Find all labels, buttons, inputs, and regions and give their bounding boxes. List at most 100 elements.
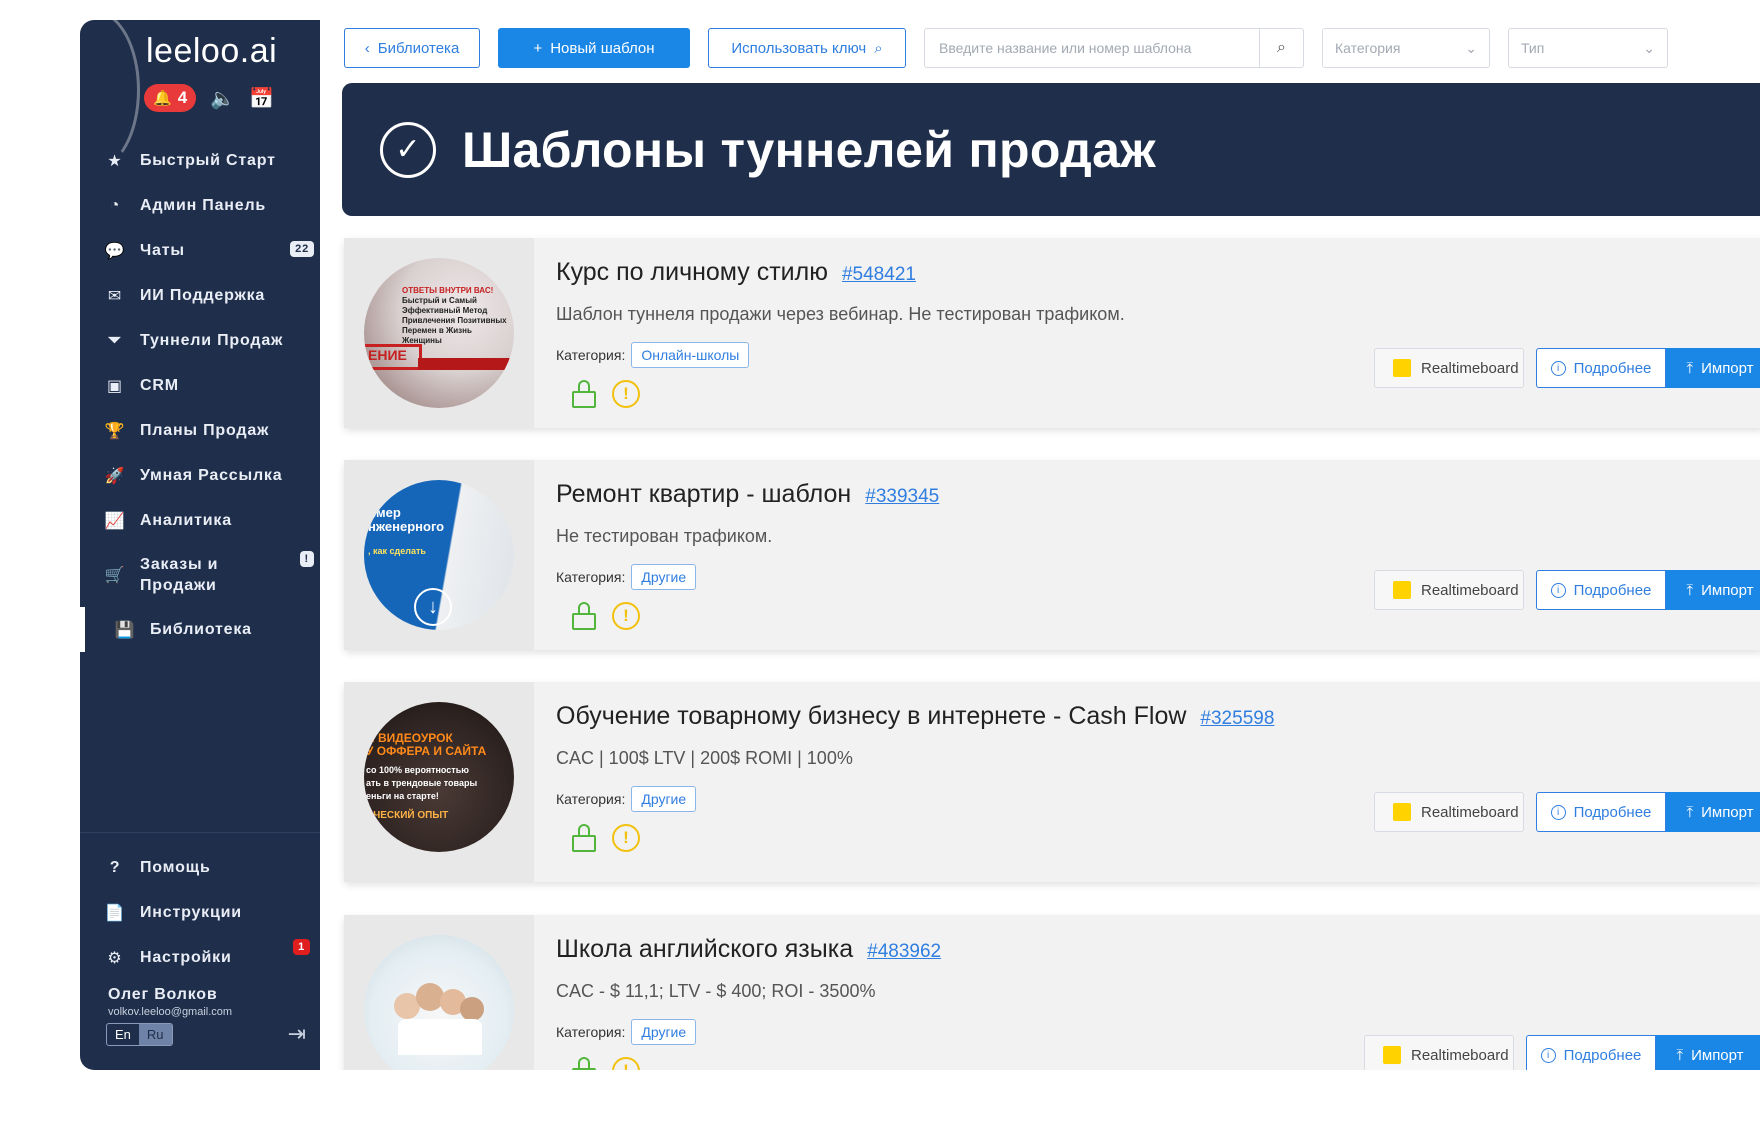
category-tag[interactable]: Другие bbox=[631, 564, 697, 590]
lang-ru[interactable]: Ru bbox=[138, 1024, 172, 1045]
chevron-down-icon: ⌄ bbox=[1465, 39, 1477, 56]
import-button[interactable]: ⤒ Импорт bbox=[1656, 1035, 1760, 1070]
logout-icon[interactable]: ⇥ bbox=[288, 1021, 306, 1047]
bell-icon: 🔔 bbox=[153, 90, 172, 107]
user-email: volkov.leeloo@gmail.com bbox=[108, 1006, 233, 1018]
thumbnail-line: ать в трендовые товары bbox=[366, 778, 478, 788]
cart-icon: 🛒 bbox=[104, 567, 126, 584]
orders-alert-badge: ! bbox=[299, 551, 314, 567]
use-key-button[interactable]: Использовать ключ ⌕ bbox=[708, 28, 906, 68]
category-select[interactable]: Категория ⌄ bbox=[1322, 28, 1490, 68]
sidebar-item-ai-support[interactable]: ✉ ИИ Поддержка bbox=[80, 273, 320, 318]
sidebar-item-crm[interactable]: ▣ CRM bbox=[80, 363, 320, 408]
template-name: Обучение товарному бизнесу в интернете -… bbox=[556, 702, 1187, 730]
import-label: Импорт bbox=[1691, 1046, 1744, 1064]
details-button[interactable]: i Подробнее bbox=[1536, 792, 1666, 832]
notifications-button[interactable]: 🔔 4 bbox=[144, 84, 197, 112]
key-search-icon: ⌕ bbox=[874, 39, 883, 57]
template-code-link[interactable]: #325598 bbox=[1200, 708, 1274, 729]
template-category: Категория: Другие bbox=[556, 1019, 697, 1045]
template-thumbnail-area: ОТВЕТЫ ВНУТРИ ВАС! Быстрый и Самый Эффек… bbox=[344, 238, 534, 428]
details-label: Подробнее bbox=[1573, 581, 1652, 599]
sidebar: leeloo.ai 🔔 4 🔈 📅 ★ Быстрый Старт ◔ Адми… bbox=[80, 20, 320, 1070]
user-profile[interactable]: Олег Волков volkov.leeloo@gmail.com bbox=[80, 986, 320, 1018]
page-banner: ✓ Шаблоны туннелей продаж bbox=[342, 83, 1760, 216]
sidebar-item-instructions[interactable]: 📄 Инструкции bbox=[80, 890, 320, 935]
search-input[interactable]: Введите название или номер шаблона bbox=[925, 40, 1259, 56]
logo-area: leeloo.ai 🔔 4 🔈 📅 bbox=[80, 20, 320, 170]
template-code-link[interactable]: #548421 bbox=[842, 264, 916, 285]
search-icon[interactable]: ⌕ bbox=[1259, 29, 1303, 67]
sidebar-item-library[interactable]: 💾 Библиотека bbox=[80, 607, 320, 652]
template-card: имер нженерного , как сделать ↓ Ремонт к… bbox=[344, 460, 1760, 650]
category-label: Категория: bbox=[556, 569, 626, 585]
import-button[interactable]: ⤒ Импорт bbox=[1666, 348, 1760, 388]
sidebar-item-help[interactable]: ? Помощь bbox=[80, 845, 320, 890]
check-circle-icon: ✓ bbox=[380, 121, 436, 178]
thumbnail-line: со 100% вероятностью bbox=[366, 765, 469, 775]
sidebar-item-chats[interactable]: 💬 Чаты 22 bbox=[80, 228, 320, 273]
import-button[interactable]: ⤒ Импорт bbox=[1666, 792, 1760, 832]
mail-icon: ✉ bbox=[107, 287, 123, 305]
quick-tools: 🔔 4 🔈 📅 bbox=[144, 84, 274, 112]
realtimeboard-button[interactable]: Realtimeboard bbox=[1374, 348, 1524, 388]
template-code-link[interactable]: #483962 bbox=[867, 941, 941, 962]
sidebar-item-label: ИИ Поддержка bbox=[140, 286, 266, 304]
sidebar-item-label: Настройки bbox=[140, 948, 232, 966]
template-description: CAC | 100$ LTV | 200$ ROMI | 100% bbox=[556, 748, 853, 768]
category-label: Категория: bbox=[556, 1024, 626, 1040]
info-icon: i bbox=[1550, 360, 1566, 376]
realtimeboard-button[interactable]: Realtimeboard bbox=[1364, 1035, 1514, 1070]
realtimeboard-button[interactable]: Realtimeboard bbox=[1374, 792, 1524, 832]
warning-icon: ! bbox=[612, 380, 640, 408]
realtimeboard-button[interactable]: Realtimeboard bbox=[1374, 570, 1524, 610]
app-logo[interactable]: leeloo.ai bbox=[146, 32, 277, 71]
template-code-link[interactable]: #339345 bbox=[865, 486, 939, 507]
chats-count-badge: 22 bbox=[290, 241, 314, 257]
plus-icon: + bbox=[533, 39, 543, 57]
category-tag[interactable]: Другие bbox=[631, 786, 697, 812]
realtimeboard-label: Realtimeboard bbox=[1421, 803, 1519, 821]
details-button[interactable]: i Подробнее bbox=[1526, 1035, 1656, 1070]
sidebar-item-sales-plans[interactable]: 🏆 Планы Продаж bbox=[80, 408, 320, 453]
type-select[interactable]: Тип ⌄ bbox=[1508, 28, 1668, 68]
new-template-button[interactable]: + Новый шаблон bbox=[498, 28, 690, 68]
details-button[interactable]: i Подробнее bbox=[1536, 348, 1666, 388]
sidebar-item-smart-mailing[interactable]: 🚀 Умная Рассылка bbox=[80, 453, 320, 498]
lang-en[interactable]: En bbox=[107, 1024, 139, 1045]
template-card: И ВИДЕОУРОК У ОФФЕРА И САЙТА со 100% вер… bbox=[344, 682, 1760, 882]
sidebar-item-label: Планы Продаж bbox=[140, 421, 270, 439]
template-thumbnail[interactable]: И ВИДЕОУРОК У ОФФЕРА И САЙТА со 100% вер… bbox=[364, 702, 514, 852]
unlock-icon bbox=[572, 1057, 596, 1070]
sidebar-item-label: Админ Панель bbox=[140, 196, 267, 214]
template-thumbnail[interactable] bbox=[364, 935, 514, 1070]
sidebar-item-quick-start[interactable]: ★ Быстрый Старт bbox=[80, 138, 320, 183]
thumbnail-line: У ОФФЕРА И САЙТА bbox=[366, 744, 487, 758]
settings-badge: 1 bbox=[293, 939, 310, 955]
trophy-icon: 🏆 bbox=[104, 422, 126, 440]
sidebar-item-settings[interactable]: ⚙ Настройки 1 bbox=[80, 935, 320, 980]
library-back-button[interactable]: ‹ Библиотека bbox=[344, 28, 480, 68]
thumbnail-highlight: ЕНИЕ bbox=[364, 344, 422, 370]
sidebar-item-label: Помощь bbox=[140, 858, 211, 876]
info-icon: i bbox=[1550, 582, 1566, 598]
thumbnail-line: Эффективный Метод bbox=[402, 306, 488, 315]
sound-icon[interactable]: 🔈 bbox=[210, 86, 235, 111]
thumbnail-line: ОТВЕТЫ ВНУТРИ ВАС! bbox=[402, 286, 494, 295]
category-tag[interactable]: Другие bbox=[631, 1019, 697, 1045]
sidebar-item-sales-funnels[interactable]: ⏷ Туннели Продаж bbox=[80, 318, 320, 363]
unlock-icon bbox=[572, 602, 596, 630]
thumbnail-line: Быстрый и Самый bbox=[402, 296, 477, 305]
category-tag[interactable]: Онлайн-школы bbox=[631, 342, 750, 368]
import-button[interactable]: ⤒ Импорт bbox=[1666, 570, 1760, 610]
realtimeboard-icon bbox=[1393, 803, 1411, 821]
sidebar-item-orders[interactable]: 🛒 Заказы и Продажи ! bbox=[80, 543, 320, 607]
details-button[interactable]: i Подробнее bbox=[1536, 570, 1666, 610]
sidebar-item-label: Библиотека bbox=[150, 620, 252, 638]
sidebar-item-analytics[interactable]: 📈 Аналитика bbox=[80, 498, 320, 543]
template-thumbnail[interactable]: ОТВЕТЫ ВНУТРИ ВАС! Быстрый и Самый Эффек… bbox=[364, 258, 514, 408]
chart-icon: 📈 bbox=[104, 512, 126, 530]
calendar-icon[interactable]: 📅 bbox=[249, 86, 274, 111]
template-thumbnail[interactable]: имер нженерного , как сделать ↓ bbox=[364, 480, 514, 630]
sidebar-item-admin-panel[interactable]: ◔ Админ Панель bbox=[80, 183, 320, 228]
